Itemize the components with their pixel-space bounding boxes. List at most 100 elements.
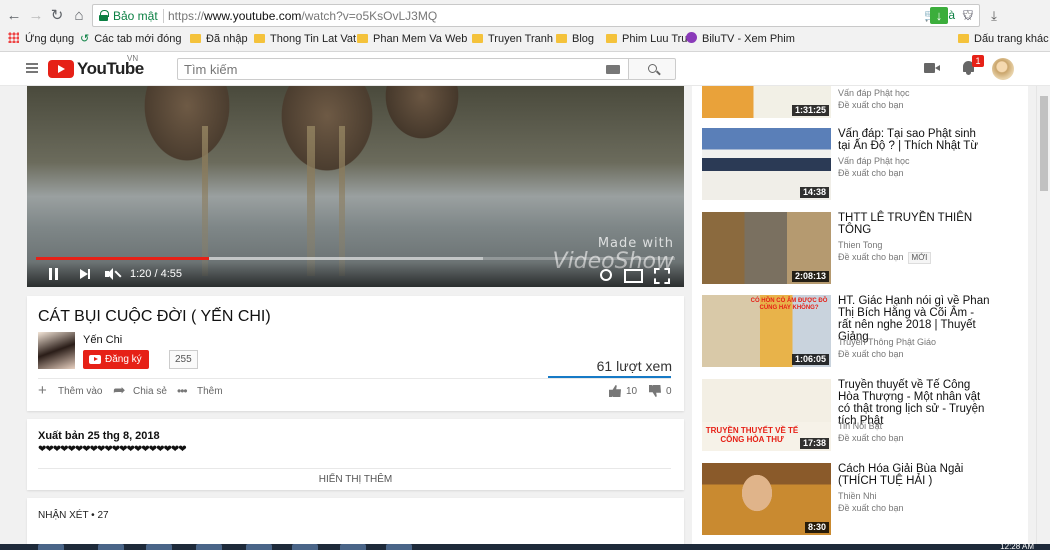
- page-scrollbar[interactable]: [1036, 86, 1050, 544]
- new-badge: MỚI: [907, 252, 932, 264]
- folder-icon: [357, 34, 368, 43]
- bookmark-thong-tin[interactable]: Thong Tin Lat Vat: [254, 31, 356, 47]
- lock-icon: [99, 10, 109, 21]
- folder-icon: [254, 34, 265, 43]
- subscribe-button[interactable]: Đăng ký: [83, 350, 149, 369]
- url-text[interactable]: https://www.youtube.com/watch?v=o5KsOvLJ…: [168, 9, 437, 23]
- secure-label: Bảo mật: [113, 9, 158, 23]
- country-code: VN: [127, 54, 139, 63]
- player-controls: 1:20 / 4:55: [27, 262, 684, 287]
- thumbs-down-icon: [649, 385, 661, 397]
- video-player[interactable]: Made with VideoShow 1:20 / 4:55: [27, 86, 684, 287]
- recommendation-channel: Thiền Nhi: [838, 491, 877, 501]
- back-icon[interactable]: ←: [4, 6, 24, 26]
- taskbar-app[interactable]: [386, 544, 412, 550]
- taskbar-app[interactable]: [292, 544, 318, 550]
- taskbar-app[interactable]: [340, 544, 366, 550]
- browser-chrome: ← → ↻ ⌂ Bảo mật https://www.youtube.com/…: [0, 0, 1050, 52]
- description-card: Xuất bản 25 thg 8, 2018 ❤❤❤❤❤❤❤❤❤❤❤❤❤❤❤❤…: [27, 419, 684, 490]
- folder-icon: [606, 34, 617, 43]
- bookmark-blog[interactable]: Blog: [556, 31, 594, 47]
- show-more-button[interactable]: HIỂN THỊ THÊM: [27, 474, 684, 485]
- theater-mode-icon[interactable]: [624, 267, 643, 283]
- video-thumbnail[interactable]: CÓ HỒN CÒ ÂM ĐƯỢC ĐỒ CÚNG HAY KHÔNG? 1:0…: [702, 295, 831, 367]
- recommendation-meta: Đề xuất cho bạn: [838, 433, 904, 443]
- recommendation-meta: Đề xuất cho bạn: [838, 503, 904, 513]
- channel-avatar[interactable]: [38, 332, 75, 369]
- scrollbar-thumb[interactable]: [1040, 96, 1048, 191]
- bookmark-recent-tabs[interactable]: ↺ Các tab mới đóng: [80, 31, 182, 47]
- recommendation-item[interactable]: TRUYỀN THUYẾT VỀ TẾ CÔNG HÒA THƯ 17:38 T…: [702, 379, 1018, 455]
- comments-section: NHẬN XÉT • 27: [27, 498, 684, 550]
- taskbar-app[interactable]: [98, 544, 124, 550]
- recommendation-item[interactable]: 8:30 Cách Hóa Giải Bùa Ngải (THÍCH TUỆ H…: [702, 463, 1018, 539]
- start-button[interactable]: [38, 544, 64, 550]
- download-ext-icon[interactable]: ↓: [930, 7, 948, 24]
- share-icon: ➦: [113, 382, 126, 399]
- recommendation-meta: Đề xuất cho bạn MỚI: [838, 252, 932, 264]
- fullscreen-icon[interactable]: [654, 267, 668, 282]
- bookmark-phim-luu-tru[interactable]: Phim Luu Tru: [606, 31, 687, 47]
- taskbar-app[interactable]: [146, 544, 172, 550]
- search-icon: [648, 64, 657, 73]
- omnibox[interactable]: Bảo mật https://www.youtube.com/watch?v=…: [92, 4, 980, 27]
- video-thumbnail[interactable]: TRUYỀN THUYẾT VỀ TẾ CÔNG HÒA THƯ 17:38: [702, 379, 831, 451]
- recommendation-title[interactable]: Vấn đáp: Tại sao Phật sinh tại Ấn Độ ? |…: [838, 128, 990, 152]
- download-icon[interactable]: ⤓: [986, 7, 1002, 24]
- bookmark-imported[interactable]: Đã nhập: [190, 31, 248, 47]
- taskbar-clock: 12:28 AM: [1000, 542, 1034, 550]
- bookmark-other[interactable]: Dấu trang khác: [958, 31, 1049, 47]
- pause-icon[interactable]: [49, 267, 59, 282]
- taskbar-app[interactable]: [196, 544, 222, 550]
- next-icon[interactable]: [80, 267, 92, 282]
- progress-played: [36, 257, 209, 260]
- recommendation-title[interactable]: Truyền thuyết về Tế Công Hòa Thượng - Mộ…: [838, 379, 990, 427]
- progress-bar[interactable]: [36, 257, 675, 260]
- address-bar-row: ← → ↻ ⌂ Bảo mật https://www.youtube.com/…: [0, 3, 1050, 29]
- video-title: CÁT BỤI CUỘC ĐỜI ( YẾN CHI): [38, 308, 271, 325]
- recommendation-item[interactable]: CÓ HỒN CÒ ÂM ĐƯỢC ĐỒ CÚNG HAY KHÔNG? 1:0…: [702, 295, 1018, 371]
- recommendation-title[interactable]: Cách Hóa Giải Bùa Ngải (THÍCH TUỆ HẢI ): [838, 463, 990, 487]
- folder-icon: [958, 34, 969, 43]
- video-thumbnail[interactable]: 8:30: [702, 463, 831, 535]
- search-button[interactable]: [628, 58, 676, 80]
- search-input[interactable]: [178, 59, 598, 79]
- windows-taskbar: 12:28 AM: [0, 542, 1050, 550]
- muted-volume-icon[interactable]: [105, 267, 122, 282]
- recommendation-meta: Đề xuất cho bạn: [838, 100, 904, 110]
- publish-date: Xuất bản 25 thg 8, 2018: [38, 430, 160, 442]
- video-info-card: CÁT BỤI CUỘC ĐỜI ( YẾN CHI) Yến Chi Đăng…: [27, 296, 684, 411]
- recommendation-item[interactable]: 2:08:13 THTT LÊ TRUYỀN THIÊN TÔNG Thien …: [702, 212, 1018, 288]
- forward-icon[interactable]: →: [26, 6, 46, 26]
- keyboard-icon[interactable]: [606, 65, 620, 74]
- recommendation-item[interactable]: 14:38 Vấn đáp: Tại sao Phật sinh tại Ấn …: [702, 128, 1018, 204]
- video-thumbnail[interactable]: 14:38: [702, 128, 831, 200]
- comments-header: NHẬN XÉT • 27: [38, 510, 109, 521]
- video-thumbnail[interactable]: 2:08:13: [702, 212, 831, 284]
- bookmark-phan-mem[interactable]: Phan Mem Va Web: [357, 31, 467, 47]
- recommendations-sidebar: 1:31:25 Vấn đáp Phật học Đề xuất cho bạn…: [692, 86, 1028, 544]
- menu-icon[interactable]: [26, 63, 38, 73]
- recommendation-title[interactable]: HT. Giác Hạnh nói gì về Phan Thị Bích Hằ…: [838, 295, 990, 343]
- youtube-play-icon: [48, 60, 74, 78]
- bookmark-apps[interactable]: Ứng dụng: [8, 31, 74, 47]
- recommendation-item[interactable]: 1:31:25 Vấn đáp Phật học Đề xuất cho bạn: [702, 86, 1018, 122]
- account-avatar[interactable]: [992, 58, 1014, 80]
- home-icon[interactable]: ⌂: [69, 6, 89, 26]
- more-icon: •••: [177, 384, 188, 398]
- taskbar-app[interactable]: [246, 544, 272, 550]
- upload-video-icon[interactable]: [924, 63, 940, 73]
- settings-gear-icon[interactable]: [598, 267, 612, 282]
- bookmark-bilutv[interactable]: BiluTV - Xem Phim: [686, 31, 795, 47]
- video-thumbnail[interactable]: 1:31:25: [702, 86, 831, 118]
- folder-icon: [190, 34, 201, 43]
- channel-name[interactable]: Yến Chi: [83, 334, 122, 346]
- shield-icon[interactable]: ⛉: [960, 7, 976, 24]
- bookmark-truyen-tranh[interactable]: Truyen Tranh: [472, 31, 553, 47]
- youtube-header: YouTube VN 1: [0, 52, 1050, 86]
- bilutv-icon: [686, 32, 697, 43]
- time-display: 1:20 / 4:55: [130, 268, 182, 280]
- recommendation-title[interactable]: THTT LÊ TRUYỀN THIÊN TÔNG: [838, 212, 990, 236]
- reload-icon[interactable]: ↻: [47, 6, 67, 26]
- description-text: ❤❤❤❤❤❤❤❤❤❤❤❤❤❤❤❤❤❤❤❤: [38, 444, 187, 455]
